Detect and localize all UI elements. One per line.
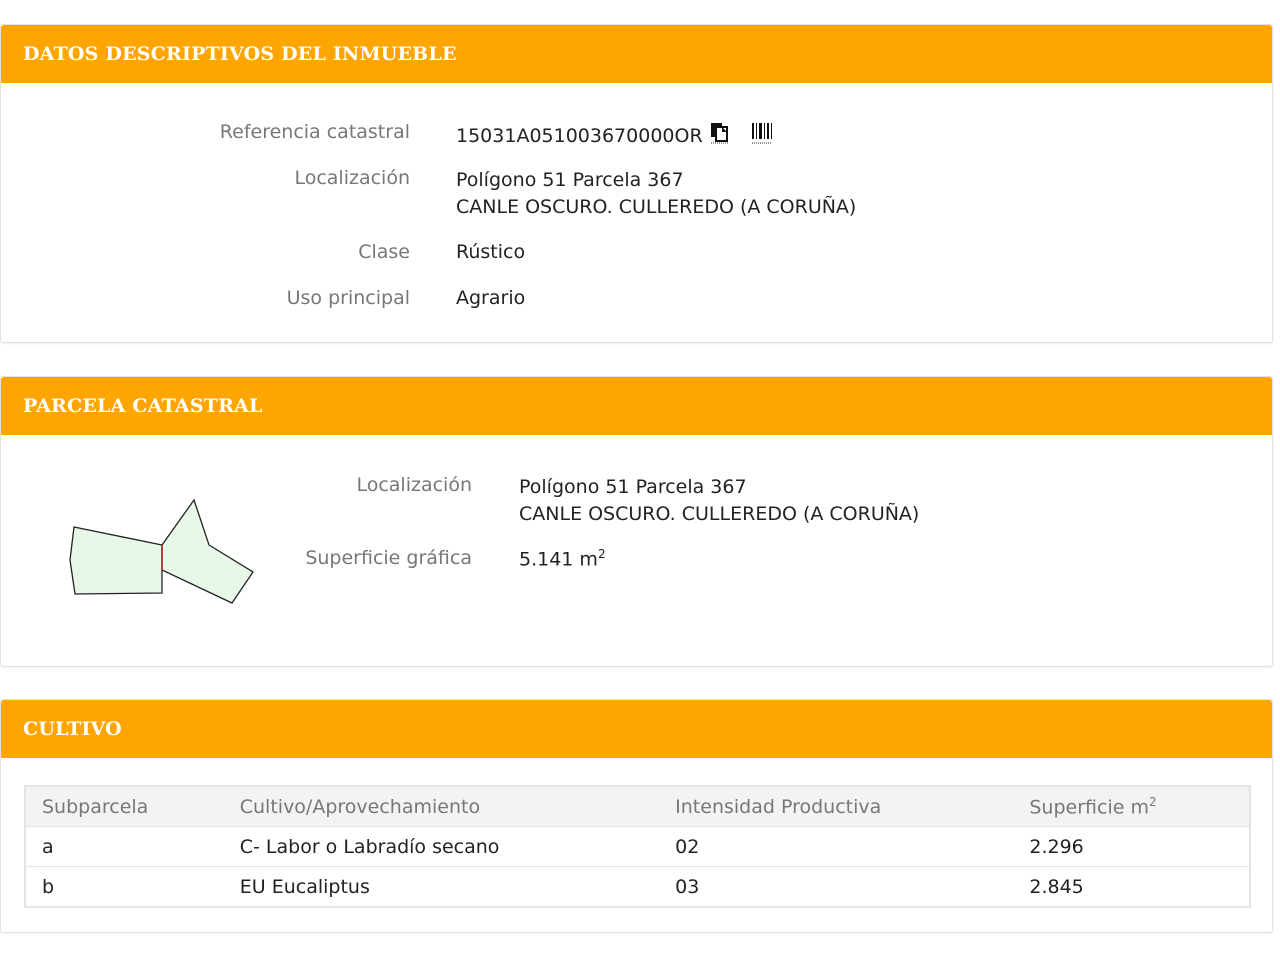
loc-line1: Polígono 51 Parcela 367	[519, 476, 747, 498]
copy-icon[interactable]	[709, 121, 731, 150]
ref-row: 15031A051003670000OR	[456, 121, 773, 150]
parcel-map-thumbnail[interactable]	[61, 492, 266, 607]
cell-superficie: 2.845	[1013, 866, 1250, 908]
uso-value: Agrario	[456, 287, 526, 309]
cell-superficie: 2.296	[1013, 826, 1250, 867]
table-row: b EU Eucaliptus 03 2.845	[25, 866, 1250, 908]
loc-value: Polígono 51 Parcela 367 CANLE OSCURO. CU…	[456, 167, 856, 221]
loc-label: Localización	[356, 474, 472, 496]
loc-label: Localización	[294, 167, 410, 189]
uso-label: Uso principal	[286, 287, 410, 309]
col-superficie: Superficie m2	[1013, 786, 1250, 827]
panel-datos-descriptivos: DATOS DESCRIPTIVOS DEL INMUEBLE Referenc…	[0, 24, 1273, 343]
loc-line1: Polígono 51 Parcela 367	[456, 169, 684, 191]
loc-value: Polígono 51 Parcela 367 CANLE OSCURO. CU…	[519, 474, 919, 528]
superficie-label: Superficie gráfica	[305, 547, 472, 569]
panel-title: DATOS DESCRIPTIVOS DEL INMUEBLE	[1, 25, 1272, 83]
cell-cultivo: EU Eucaliptus	[223, 866, 660, 908]
cultivo-table: Subparcela Cultivo/Aprovechamiento Inten…	[24, 785, 1251, 908]
barcode-icon[interactable]	[751, 121, 773, 150]
cell-intensidad: 02	[659, 826, 1014, 867]
superficie-value: 5.141 m2	[519, 547, 606, 571]
ref-value: 15031A051003670000OR	[456, 124, 703, 147]
table-header-row: Subparcela Cultivo/Aprovechamiento Inten…	[25, 786, 1250, 827]
panel-parcela-catastral: PARCELA CATASTRAL Localización Polígono …	[0, 376, 1273, 667]
clase-value: Rústico	[456, 241, 526, 263]
panel-cultivo: CULTIVO Subparcela Cultivo/Aprovechamien…	[0, 699, 1273, 933]
panel-title: CULTIVO	[1, 700, 1272, 758]
cell-intensidad: 03	[659, 866, 1014, 908]
loc-line2: CANLE OSCURO. CULLEREDO (A CORUÑA)	[456, 196, 857, 218]
table-row: a C- Labor o Labradío secano 02 2.296	[25, 826, 1250, 867]
clase-label: Clase	[358, 241, 410, 263]
ref-label: Referencia catastral	[219, 121, 410, 143]
loc-line2: CANLE OSCURO. CULLEREDO (A CORUÑA)	[519, 503, 920, 525]
col-intensidad: Intensidad Productiva	[659, 786, 1014, 827]
col-subparcela: Subparcela	[25, 786, 224, 827]
panel-title: PARCELA CATASTRAL	[1, 377, 1272, 435]
cell-cultivo: C- Labor o Labradío secano	[223, 826, 660, 867]
cell-subparcela: b	[25, 866, 224, 908]
col-cultivo: Cultivo/Aprovechamiento	[223, 786, 660, 827]
cell-subparcela: a	[25, 826, 224, 867]
